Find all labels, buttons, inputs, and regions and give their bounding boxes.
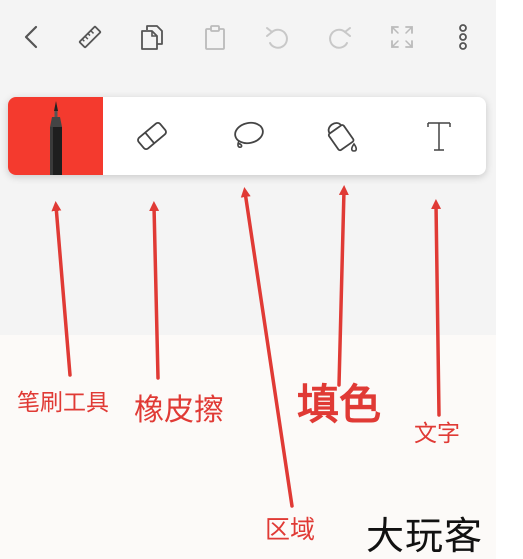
ruler-button[interactable] <box>70 17 110 57</box>
text-tool-label: 文字 <box>414 421 460 447</box>
paint-bucket-icon <box>327 122 357 152</box>
fill-tool-button[interactable] <box>295 97 390 175</box>
copy-icon <box>141 25 163 50</box>
eraser-tool-button[interactable] <box>104 97 199 175</box>
fill-tool-label: 填色 <box>297 380 382 429</box>
top-toolbar <box>0 0 496 80</box>
paste-button[interactable] <box>195 17 235 57</box>
eraser-tool-label: 橡皮擦 <box>134 393 224 428</box>
eraser-icon <box>136 121 167 151</box>
fullscreen-button[interactable] <box>382 17 422 57</box>
undo-button[interactable] <box>257 17 297 57</box>
watermark-logo: 大玩客 <box>366 514 484 558</box>
lasso-icon <box>233 121 264 148</box>
back-chevron-icon <box>24 25 38 49</box>
paste-icon <box>205 25 225 50</box>
brush-tool-label: 笔刷工具 <box>17 390 109 416</box>
redo-icon <box>329 27 351 49</box>
copy-button[interactable] <box>132 17 172 57</box>
more-button[interactable] <box>443 17 483 57</box>
lasso-tool-button[interactable] <box>200 97 295 175</box>
fullscreen-icon <box>391 26 413 48</box>
page-margin <box>496 0 523 559</box>
more-vertical-icon <box>459 24 467 50</box>
brush-tool-button[interactable] <box>8 97 103 175</box>
tool-palette <box>8 97 486 175</box>
lasso-tool-label: 区域 <box>265 515 316 544</box>
back-button[interactable] <box>12 17 52 57</box>
ruler-icon <box>78 25 102 49</box>
text-tool-button[interactable] <box>391 97 486 175</box>
pen-brush-icon <box>49 101 62 175</box>
undo-icon <box>266 27 288 49</box>
redo-button[interactable] <box>320 17 360 57</box>
text-t-icon <box>426 122 451 151</box>
